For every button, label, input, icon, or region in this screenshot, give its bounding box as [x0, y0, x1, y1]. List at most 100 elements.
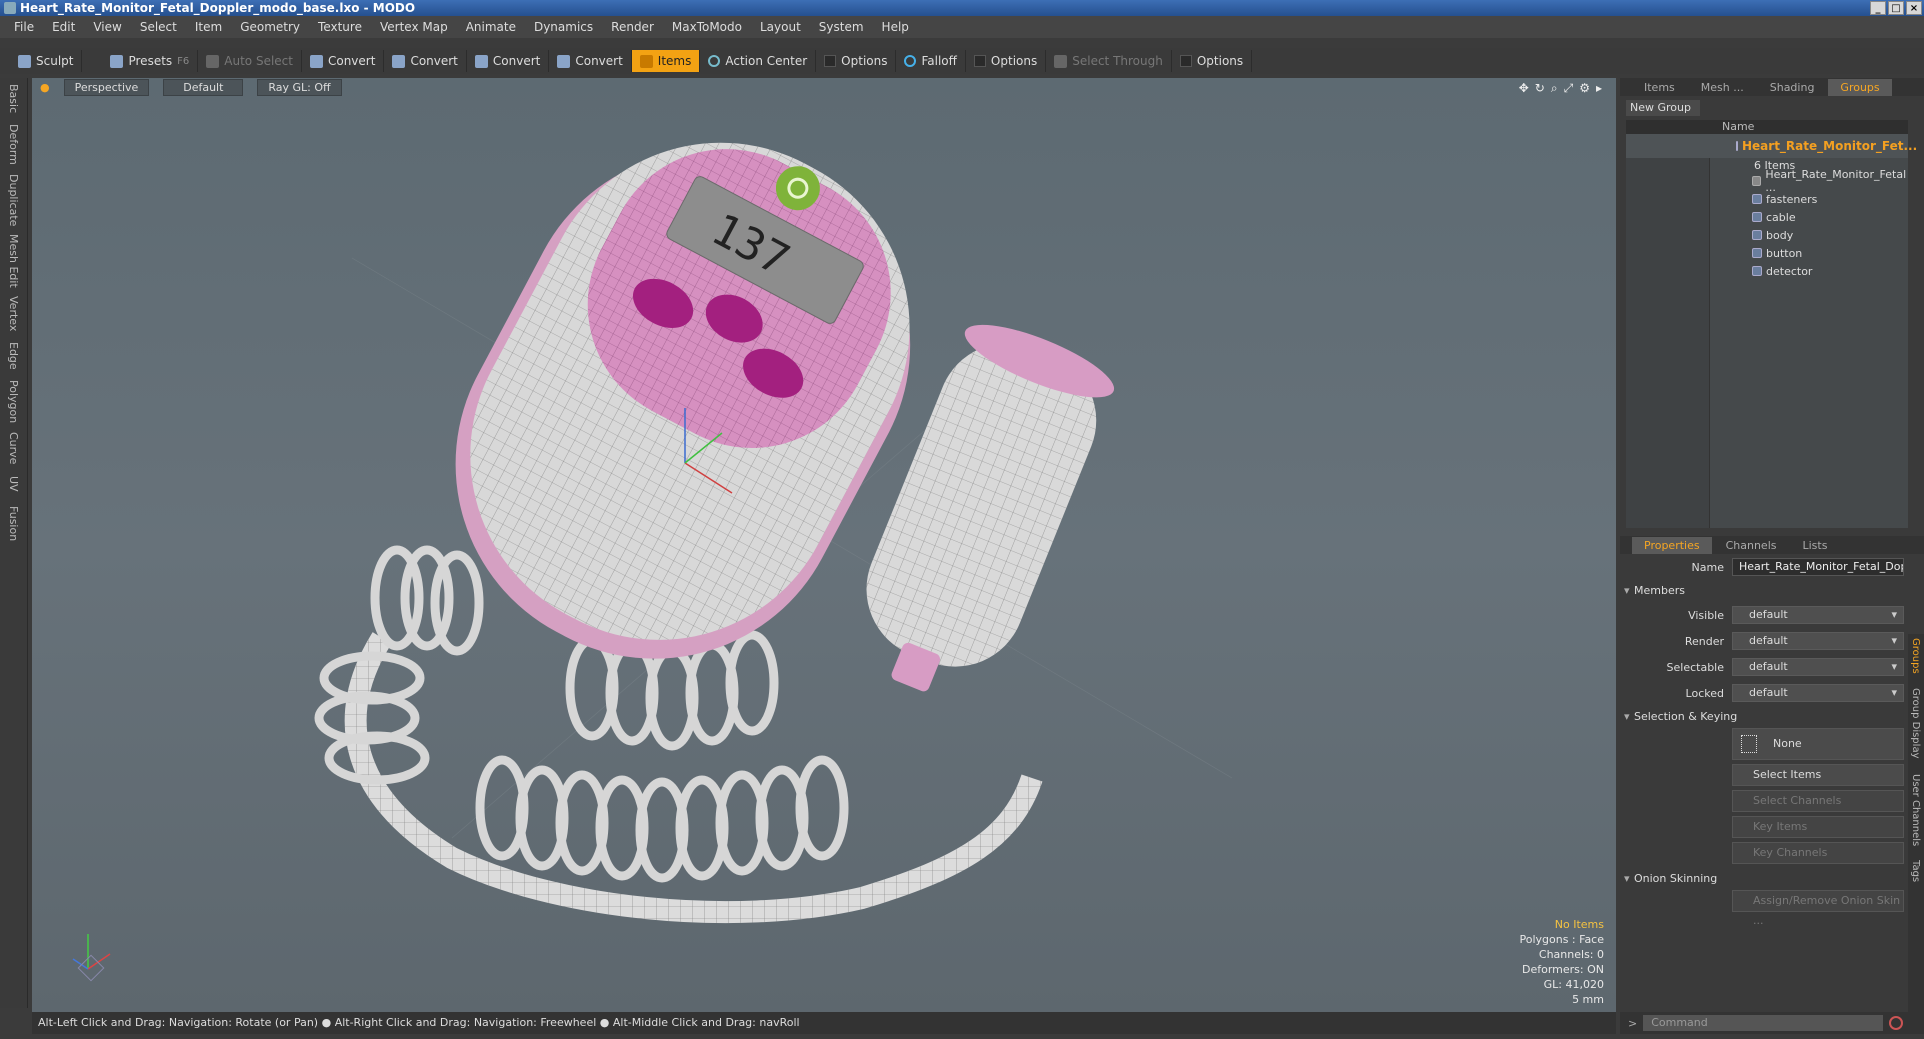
maximize-button[interactable]: □	[1888, 1, 1904, 15]
selection-keying-section[interactable]: Selection & Keying	[1620, 706, 1924, 728]
menu-vertex-map[interactable]: Vertex Map	[380, 20, 448, 34]
members-section[interactable]: Members	[1620, 580, 1924, 602]
stats-items: No Items	[1554, 918, 1604, 931]
mesh-icon	[1752, 230, 1762, 240]
right-panel: Items Mesh ... Shading Groups New Group …	[1620, 78, 1924, 1034]
tab-deform[interactable]: Deform	[7, 124, 20, 165]
tab-polygon[interactable]: Polygon	[7, 380, 20, 423]
menu-system[interactable]: System	[819, 20, 864, 34]
menu-texture[interactable]: Texture	[318, 20, 362, 34]
assign-onion-skin-button[interactable]: Assign/Remove Onion Skin ...	[1732, 890, 1904, 927]
menu-file[interactable]: File	[14, 20, 34, 34]
mesh-icon	[1752, 266, 1762, 276]
action-center-options-button[interactable]: Options	[816, 50, 897, 72]
command-input[interactable]: Command	[1643, 1015, 1884, 1031]
select-through-icon	[1054, 54, 1068, 68]
tab-mesh[interactable]: Mesh ...	[1689, 79, 1756, 96]
sculpt-icon	[18, 54, 31, 68]
side-tab-tags[interactable]: Tags	[1910, 860, 1921, 882]
tab-uv[interactable]: UV	[7, 476, 20, 492]
group-child-row[interactable]: fasteners	[1626, 190, 1908, 208]
select-through-button[interactable]: Select Through	[1046, 50, 1172, 72]
stats-deformers: Deformers: ON	[1522, 963, 1604, 976]
checkbox-icon	[1179, 55, 1192, 67]
3d-viewport[interactable]: ● Perspective Default Ray GL: Off ✥ ↻ ⌕ …	[32, 78, 1616, 1013]
status-bar: Alt-Left Click and Drag: Navigation: Rot…	[32, 1012, 1616, 1034]
group-child-row[interactable]: detector	[1626, 262, 1908, 280]
tab-shading[interactable]: Shading	[1758, 79, 1827, 96]
convert-edges-button[interactable]: Convert	[384, 50, 467, 72]
visible-row: Visible default	[1620, 602, 1924, 628]
tab-vertex[interactable]: Vertex	[7, 296, 20, 331]
window-title: Heart_Rate_Monitor_Fetal_Doppler_modo_ba…	[20, 1, 416, 15]
tab-items[interactable]: Items	[1632, 79, 1687, 96]
select-items-button[interactable]: Select Items	[1732, 764, 1904, 786]
onion-skinning-section[interactable]: Onion Skinning	[1620, 868, 1924, 890]
sculpt-button[interactable]: Sculpt	[10, 50, 83, 72]
group-root-row[interactable]: Heart_Rate_Monitor_Fet...	[1626, 134, 1917, 158]
render-dropdown[interactable]: default	[1732, 632, 1904, 650]
side-tab-groups[interactable]: Groups	[1910, 638, 1921, 674]
tab-properties[interactable]: Properties	[1632, 536, 1712, 554]
menu-help[interactable]: Help	[882, 20, 909, 34]
new-group-button[interactable]: New Group	[1626, 100, 1700, 116]
selection-set-icon	[1741, 735, 1757, 753]
falloff-button[interactable]: Falloff	[896, 50, 966, 72]
tab-fusion[interactable]: Fusion	[7, 506, 20, 541]
key-items-button[interactable]: Key Items	[1732, 816, 1904, 838]
left-tool-tabs: Basic Deform Duplicate Mesh Edit Vertex …	[0, 78, 28, 1008]
side-tab-group-display[interactable]: Group Display	[1910, 688, 1921, 758]
tab-duplicate[interactable]: Duplicate	[7, 174, 20, 226]
checkbox-icon	[973, 55, 986, 67]
name-input[interactable]: Heart_Rate_Monitor_Fetal_Doppl	[1732, 558, 1904, 576]
items-mode-button[interactable]: Items	[631, 50, 701, 72]
groups-tabs: Items Mesh ... Shading Groups	[1620, 78, 1924, 96]
select-through-options-button[interactable]: Options	[1172, 50, 1253, 72]
tab-groups[interactable]: Groups	[1828, 78, 1892, 96]
menu-render[interactable]: Render	[611, 20, 654, 34]
properties-tabs: Properties Channels Lists	[1620, 536, 1924, 554]
groups-list: Heart_Rate_Monitor_Fet... 6 Items Heart_…	[1626, 134, 1917, 528]
menu-select[interactable]: Select	[140, 20, 177, 34]
key-channels-button[interactable]: Key Channels	[1732, 842, 1904, 864]
close-button[interactable]: ×	[1906, 1, 1922, 15]
name-label: Name	[1691, 560, 1724, 574]
group-child-row[interactable]: cable	[1626, 208, 1908, 226]
menu-geometry[interactable]: Geometry	[240, 20, 300, 34]
menu-animate[interactable]: Animate	[466, 20, 516, 34]
tab-channels[interactable]: Channels	[1714, 537, 1789, 554]
menu-maxtomodo[interactable]: MaxToModo	[672, 20, 742, 34]
group-child-row[interactable]: button	[1626, 244, 1908, 262]
auto-select-button[interactable]: Auto Select	[198, 50, 302, 72]
auto-select-icon	[206, 54, 220, 68]
select-channels-button[interactable]: Select Channels	[1732, 790, 1904, 812]
group-child-row[interactable]: Heart_Rate_Monitor_Fetal ...	[1626, 168, 1908, 194]
convert-vertices-button[interactable]: Convert	[302, 50, 385, 72]
menu-layout[interactable]: Layout	[760, 20, 801, 34]
polygon-icon	[474, 54, 488, 68]
menu-edit[interactable]: Edit	[52, 20, 75, 34]
selectable-dropdown[interactable]: default	[1732, 658, 1904, 676]
tab-edge[interactable]: Edge	[7, 342, 20, 370]
presets-button[interactable]: Presets F6	[102, 50, 199, 72]
record-icon[interactable]	[1889, 1016, 1904, 1030]
menu-item[interactable]: Item	[195, 20, 222, 34]
command-prompt-icon: >	[1628, 1016, 1638, 1030]
menu-view[interactable]: View	[93, 20, 121, 34]
tab-basic[interactable]: Basic	[7, 84, 20, 113]
side-tab-user-channels[interactable]: User Channels	[1910, 774, 1921, 846]
none-selection-button[interactable]: None	[1732, 728, 1904, 760]
tab-lists[interactable]: Lists	[1791, 537, 1840, 554]
convert-polygons-button[interactable]: Convert	[467, 50, 550, 72]
tab-curve[interactable]: Curve	[7, 432, 20, 464]
falloff-options-button[interactable]: Options	[966, 50, 1047, 72]
visible-dropdown[interactable]: default	[1732, 606, 1904, 624]
convert-materials-button[interactable]: Convert	[549, 50, 632, 72]
group-child-row[interactable]: body	[1626, 226, 1908, 244]
menu-dynamics[interactable]: Dynamics	[534, 20, 593, 34]
locked-dropdown[interactable]: default	[1732, 684, 1904, 702]
minimize-button[interactable]: _	[1870, 1, 1886, 15]
groups-column-header: Name	[1626, 120, 1908, 134]
action-center-button[interactable]: Action Center	[700, 50, 817, 72]
tab-mesh-edit[interactable]: Mesh Edit	[7, 234, 20, 288]
